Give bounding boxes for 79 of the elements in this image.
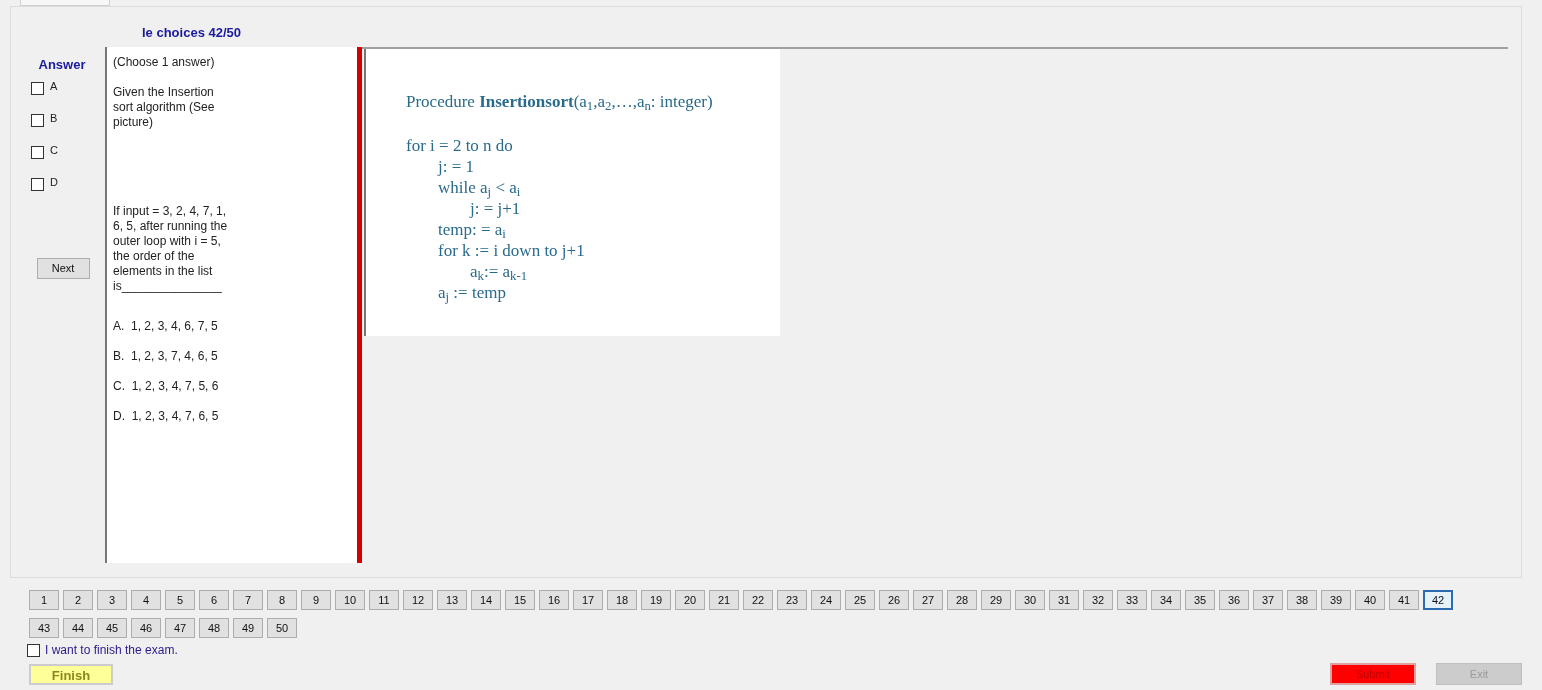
checkbox[interactable] [31, 177, 44, 191]
question-number-button[interactable]: 3 [97, 590, 127, 610]
question-number-button[interactable]: 39 [1321, 590, 1351, 610]
question-number-button[interactable]: 26 [879, 590, 909, 610]
question-number-button[interactable]: 43 [29, 618, 59, 638]
option-label: C [50, 142, 58, 158]
choice-text: C. 1, 2, 3, 4, 7, 5, 6 [113, 379, 220, 394]
question-number-button[interactable]: 32 [1083, 590, 1113, 610]
choice-text: B. 1, 2, 3, 7, 4, 6, 5 [113, 349, 219, 364]
question-number-button[interactable]: 5 [165, 590, 195, 610]
question-number-button[interactable]: 34 [1151, 590, 1181, 610]
option-label: D [50, 174, 58, 190]
question-number-button[interactable]: 37 [1253, 590, 1283, 610]
question-number-button[interactable]: 16 [539, 590, 569, 610]
question-number-button[interactable]: 9 [301, 590, 331, 610]
checkbox[interactable] [31, 113, 44, 127]
question-number-button[interactable]: 1 [29, 590, 59, 610]
question-number-button[interactable]: 35 [1185, 590, 1215, 610]
question-number-button[interactable]: 8 [267, 590, 297, 610]
answer-heading: Answer [38, 56, 86, 74]
question-number-button[interactable]: 20 [675, 590, 705, 610]
question-number-button[interactable]: 47 [165, 618, 195, 638]
choice-text: A. 1, 2, 3, 4, 6, 7, 5 [113, 319, 219, 334]
question-number-button[interactable]: 48 [199, 618, 229, 638]
option-label: B [50, 110, 58, 126]
question-number-button[interactable]: 18 [607, 590, 637, 610]
question-number-button[interactable]: 10 [335, 590, 365, 610]
code-line: j: = j+1 [470, 198, 522, 219]
checkbox[interactable] [31, 145, 44, 159]
question-number-button[interactable]: 2 [63, 590, 93, 610]
code-line: a$_{j}$ := temp [438, 281, 507, 303]
question-number-button[interactable]: 29 [981, 590, 1011, 610]
option-label: A [50, 78, 58, 94]
question-number-button[interactable]: 14 [471, 590, 501, 610]
code-line: a$_{k}$:= a$_{k-1}$ [470, 260, 529, 282]
code-line: j: = 1 [438, 155, 476, 177]
code-line: while a$_{j}$ < a$_{i}$ [438, 176, 522, 198]
checkbox[interactable] [27, 643, 40, 657]
question-number-button[interactable]: 42 [1423, 590, 1453, 610]
question-text: Given the Insertion sort algorithm (See picture) [113, 85, 216, 130]
question-number-button[interactable]: 24 [811, 590, 841, 610]
question-number-button[interactable]: 41 [1389, 590, 1419, 610]
question-number-button[interactable]: 27 [913, 590, 943, 610]
question-number-button[interactable]: 15 [505, 590, 535, 610]
procedure-header: Procedure Insertionsort(a$_{1}$,a$_{2}$,…,a$_{n}$: integer) [406, 91, 714, 115]
question-number-button[interactable]: 25 [845, 590, 875, 610]
choice-text: D. 1, 2, 3, 4, 7, 6, 5 [113, 409, 220, 424]
code-line: for i = 2 to n do [406, 134, 514, 156]
question-number-button[interactable]: 6 [199, 590, 229, 610]
question-number-button[interactable]: 40 [1355, 590, 1385, 610]
checkbox[interactable] [31, 81, 44, 95]
question-number-button[interactable]: 38 [1287, 590, 1317, 610]
question-number-button[interactable]: 22 [743, 590, 773, 610]
question-number-button[interactable]: 31 [1049, 590, 1079, 610]
instruction-text: (Choose 1 answer) [113, 55, 216, 70]
question-number-button[interactable]: 19 [641, 590, 671, 610]
answer-blank: is_______________ [113, 279, 223, 294]
question-number-button[interactable]: 7 [233, 590, 263, 610]
question-number-button[interactable]: 23 [777, 590, 807, 610]
exam-title: le choices 42/50 [142, 24, 241, 43]
question-number-button[interactable]: 12 [403, 590, 433, 610]
question-number-button[interactable]: 33 [1117, 590, 1147, 610]
question-number-button[interactable]: 17 [573, 590, 603, 610]
question-number-button[interactable]: 13 [437, 590, 467, 610]
code-line: temp: = a$_{i}$ [438, 218, 507, 240]
code-line: for k := i down to j+1 [438, 239, 586, 261]
question-number-button[interactable]: 30 [1015, 590, 1045, 610]
question-number-button[interactable]: 11 [369, 590, 399, 610]
question-number-button[interactable]: 50 [267, 618, 297, 638]
question-number-button[interactable]: 36 [1219, 590, 1249, 610]
next-button[interactable]: Next [36, 257, 90, 279]
question-number-button[interactable]: 21 [709, 590, 739, 610]
question-number-button[interactable]: 46 [131, 618, 161, 638]
question-number-button[interactable]: 49 [233, 618, 263, 638]
question-number-button[interactable]: 45 [97, 618, 127, 638]
finish-confirm-label: I want to finish the exam. [45, 642, 178, 659]
question-number-button[interactable]: 4 [131, 590, 161, 610]
question-number-button[interactable]: 44 [63, 618, 93, 638]
question-number-button[interactable]: 28 [947, 590, 977, 610]
